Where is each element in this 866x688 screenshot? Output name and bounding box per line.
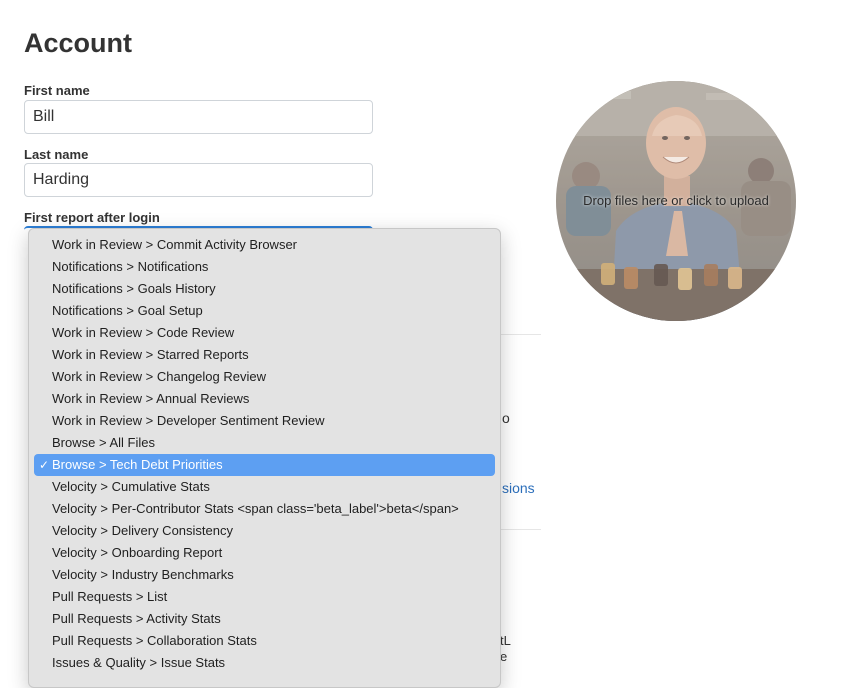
dropdown-option-label: Pull Requests > Collaboration Stats [52,633,257,648]
dropdown-option[interactable]: Velocity > Industry Benchmarks [34,564,495,586]
dropdown-option-label: Work in Review > Annual Reviews [52,391,250,406]
dropdown-option-label: Notifications > Goals History [52,281,216,296]
first-report-dropdown-menu[interactable]: Work in Review > Commit Activity Browser… [28,228,501,688]
dropzone-label: Drop files here or click to upload [583,193,769,208]
dropdown-option[interactable]: Issues & Quality > Issue Stats [34,652,495,674]
dropdown-option-label: Browse > Tech Debt Priorities [52,457,223,472]
section-divider [500,334,541,335]
last-name-label: Last name [24,147,89,162]
last-name-field[interactable] [24,163,373,197]
dropdown-option-label: Pull Requests > List [52,589,168,604]
dropdown-option[interactable]: Velocity > Onboarding Report [34,542,495,564]
dropdown-option-label: Notifications > Notifications [52,259,209,274]
dropdown-option-label: Work in Review > Developer Sentiment Rev… [52,413,325,428]
dropdown-option[interactable]: Notifications > Notifications [34,256,495,278]
first-name-field[interactable] [24,100,373,134]
checkmark-icon: ✓ [39,458,50,472]
dropdown-option-label: Velocity > Industry Benchmarks [52,567,234,582]
dropdown-option[interactable]: Velocity > Cumulative Stats [34,476,495,498]
dropdown-option[interactable]: Notifications > Goals History [34,278,495,300]
dropdown-option-label: Velocity > Per-Contributor Stats <span c… [52,501,459,516]
dropdown-option-label: Velocity > Onboarding Report [52,545,223,560]
dropdown-option-label: Velocity > Cumulative Stats [52,479,210,494]
dropdown-option[interactable]: Work in Review > Starred Reports [34,344,495,366]
dropdown-option-label: Issues & Quality > Issue Stats [52,655,226,670]
dropdown-option[interactable]: Pull Requests > List [34,586,495,608]
dropdown-option[interactable]: Work in Review > Annual Reviews [34,388,495,410]
dropdown-option-label: Pull Requests > Activity Stats [52,611,221,626]
background-link-fragment[interactable]: sions [502,480,535,496]
section-divider [500,529,541,530]
dropdown-option-label: Work in Review > Code Review [52,325,235,340]
background-text-fragment: e [500,649,508,664]
first-report-label: First report after login [24,210,160,225]
dropdown-option-label: Work in Review > Starred Reports [52,347,249,362]
dropdown-option[interactable]: Pull Requests > Activity Stats [34,608,495,630]
background-text-fragment: o [502,410,510,426]
dropdown-option-label: Work in Review > Changelog Review [52,369,266,384]
dropdown-option[interactable]: ✓ Browse > Tech Debt Priorities [34,454,495,476]
dropdown-option[interactable]: Work in Review > Changelog Review [34,366,495,388]
dropdown-option[interactable]: Browse > All Files [34,432,495,454]
dropdown-option[interactable]: Notifications > Goal Setup [34,300,495,322]
avatar-dropzone[interactable]: Drop files here or click to upload [556,81,796,321]
background-text-fragment: tL [500,633,511,648]
page-title: Account [24,28,132,58]
dropdown-option-label: Notifications > Goal Setup [52,303,203,318]
dropdown-option-label: Velocity > Delivery Consistency [52,523,233,538]
dropdown-option[interactable]: Velocity > Per-Contributor Stats <span c… [34,498,495,520]
dropdown-option[interactable]: Pull Requests > Collaboration Stats [34,630,495,652]
dropdown-option[interactable]: Work in Review > Developer Sentiment Rev… [34,410,495,432]
dropdown-option-label: Work in Review > Commit Activity Browser [52,237,298,252]
first-name-label: First name [24,83,90,98]
dropdown-option[interactable]: Work in Review > Code Review [34,322,495,344]
dropdown-option-label: Browse > All Files [52,435,155,450]
dropdown-option[interactable]: Velocity > Delivery Consistency [34,520,495,542]
dropdown-option[interactable]: Work in Review > Commit Activity Browser [34,234,495,256]
